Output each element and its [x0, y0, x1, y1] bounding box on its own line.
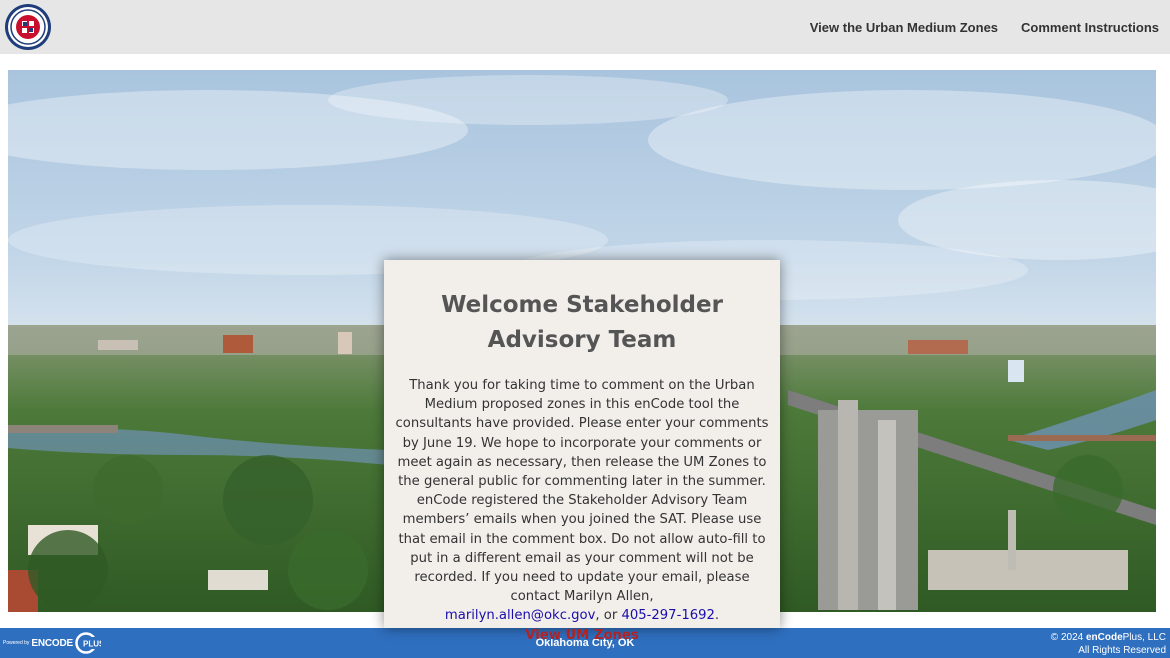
- city-seal-icon[interactable]: [4, 3, 52, 51]
- site-header: View the Urban Medium Zones Comment Inst…: [0, 0, 1170, 54]
- footer-copyright: © 2024 enCodePlus, LLC All Rights Reserv…: [1051, 631, 1166, 657]
- welcome-card: Welcome Stakeholder Advisory Team Thank …: [384, 260, 780, 643]
- copyright-brand: enCode: [1085, 632, 1123, 643]
- email-link[interactable]: marilyn.allen@okc.gov: [445, 608, 596, 623]
- separator-text: , or: [595, 608, 622, 624]
- card-body: Thank you for taking time to comment on …: [392, 376, 772, 626]
- card-title: Welcome Stakeholder Advisory Team: [441, 292, 723, 353]
- view-um-zones-link[interactable]: View UM Zones: [392, 626, 772, 645]
- phone-link[interactable]: 405-297-1692: [621, 608, 714, 623]
- card-paragraph-1: Thank you for taking time to comment on …: [395, 378, 769, 490]
- card-paragraph-2: enCode registered the Stakeholder Adviso…: [392, 491, 772, 625]
- nav-comment-instructions[interactable]: Comment Instructions: [1021, 20, 1159, 35]
- top-nav: View the Urban Medium Zones Comment Inst…: [810, 0, 1159, 54]
- rights-text: All Rights Reserved: [1078, 645, 1166, 656]
- copyright-suffix: Plus, LLC: [1122, 632, 1166, 643]
- copyright-prefix: © 2024: [1050, 632, 1086, 643]
- nav-view-urban-medium-zones[interactable]: View the Urban Medium Zones: [810, 20, 998, 35]
- card-paragraph-2-text: enCode registered the Stakeholder Adviso…: [398, 493, 766, 605]
- period-text: .: [714, 608, 720, 624]
